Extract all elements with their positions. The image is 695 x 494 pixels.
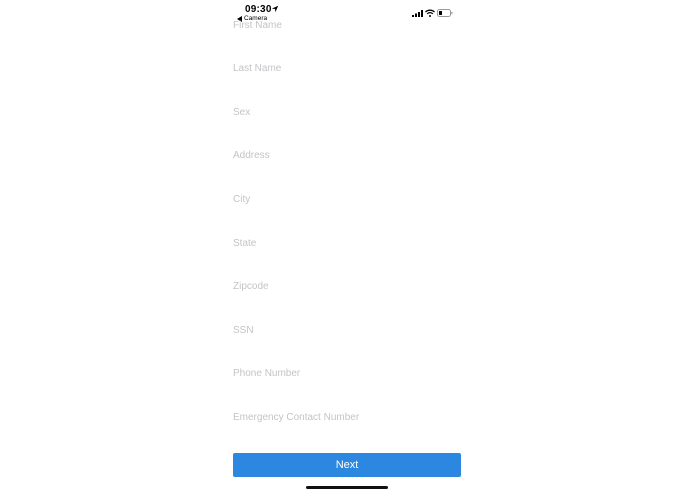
last-name-input[interactable]	[233, 60, 461, 77]
city-input[interactable]	[233, 191, 461, 208]
city-field[interactable]	[233, 189, 461, 209]
address-field[interactable]	[233, 145, 461, 165]
zipcode-field[interactable]	[233, 276, 461, 296]
zipcode-input[interactable]	[233, 278, 461, 295]
home-indicator[interactable]	[306, 486, 388, 489]
registration-form	[233, 0, 461, 440]
ssn-field[interactable]	[233, 320, 461, 340]
emergency-contact-field[interactable]	[233, 407, 461, 427]
phone-number-input[interactable]	[233, 365, 461, 382]
sex-field[interactable]	[233, 102, 461, 122]
phone-number-field[interactable]	[233, 363, 461, 383]
ssn-input[interactable]	[233, 322, 461, 339]
last-name-field[interactable]	[233, 58, 461, 78]
state-field[interactable]	[233, 233, 461, 253]
first-name-field[interactable]	[233, 15, 461, 35]
emergency-contact-input[interactable]	[233, 409, 461, 426]
first-name-input[interactable]	[233, 17, 461, 34]
next-button[interactable]: Next	[233, 453, 461, 477]
address-input[interactable]	[233, 147, 461, 164]
sex-input[interactable]	[233, 104, 461, 121]
state-input[interactable]	[233, 235, 461, 252]
